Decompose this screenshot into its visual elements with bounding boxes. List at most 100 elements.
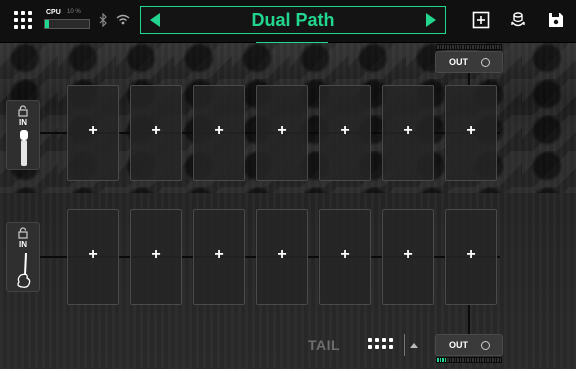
meter-segment	[437, 358, 439, 362]
meter-segment	[464, 45, 466, 49]
meter-segment	[457, 358, 459, 362]
meter-segment	[442, 45, 444, 49]
meter-segment	[469, 358, 471, 362]
meter-segment	[497, 358, 499, 362]
meter-segment	[479, 45, 481, 49]
meter-segment	[477, 358, 479, 362]
meter-segment	[444, 358, 446, 362]
meter-segment	[459, 358, 461, 362]
effect-slot[interactable]: +	[130, 209, 182, 305]
wifi-icon	[116, 14, 130, 25]
path-2-input[interactable]: IN	[6, 222, 40, 292]
effect-slot[interactable]: +	[445, 85, 497, 181]
effect-slot[interactable]: +	[193, 85, 245, 181]
output-2-block[interactable]: OUT	[435, 334, 503, 356]
meter-segment	[462, 358, 464, 362]
add-effect-icon: +	[88, 122, 98, 139]
meter-segment	[484, 358, 486, 362]
preset-selector[interactable]: Dual Path	[140, 6, 446, 34]
meter-segment	[487, 358, 489, 362]
meter-segment	[449, 45, 451, 49]
meter-segment	[479, 358, 481, 362]
meter-segment	[467, 45, 469, 49]
chevron-up-icon[interactable]	[410, 343, 418, 348]
meter-segment	[499, 45, 501, 49]
effect-slot[interactable]: +	[193, 209, 245, 305]
cpu-percent: 10 %	[67, 9, 81, 15]
meter-segment	[454, 358, 456, 362]
next-preset-icon[interactable]	[426, 13, 436, 27]
effect-slot[interactable]: +	[319, 209, 371, 305]
meter-segment	[467, 358, 469, 362]
top-bar: CPU 10 % Dual Path	[0, 0, 576, 43]
tail-grid-icon[interactable]	[368, 338, 394, 354]
meter-segment	[442, 358, 444, 362]
tuner-icon[interactable]	[508, 10, 528, 30]
meter-segment	[484, 45, 486, 49]
output-1-block[interactable]: OUT	[435, 51, 503, 73]
save-icon[interactable]	[546, 10, 566, 30]
guitar-icon	[17, 252, 31, 288]
meter-segment	[452, 358, 454, 362]
meter-segment	[489, 45, 491, 49]
input-label: IN	[19, 240, 27, 249]
effect-slot[interactable]: +	[130, 85, 182, 181]
meter-segment	[454, 45, 456, 49]
meter-segment	[482, 358, 484, 362]
add-effect-icon: +	[151, 246, 161, 263]
add-effect-icon: +	[151, 122, 161, 139]
meter-segment	[449, 358, 451, 362]
tail-label[interactable]: TAIL	[308, 337, 340, 353]
add-effect-icon: +	[340, 122, 350, 139]
lock-icon	[18, 227, 28, 239]
meter-segment	[457, 45, 459, 49]
meter-segment	[474, 358, 476, 362]
add-effect-icon: +	[466, 122, 476, 139]
meter-segment	[447, 358, 449, 362]
path-1-input[interactable]: IN	[6, 100, 40, 170]
preset-name[interactable]: Dual Path	[141, 10, 445, 31]
meter-segment	[477, 45, 479, 49]
meter-segment	[469, 45, 471, 49]
add-effect-icon: +	[403, 122, 413, 139]
effect-slot[interactable]: +	[382, 209, 434, 305]
meter-segment	[487, 45, 489, 49]
effect-slot[interactable]: +	[319, 85, 371, 181]
tail-divider	[404, 334, 405, 356]
meter-segment	[499, 358, 501, 362]
output-label: OUT	[449, 340, 468, 350]
out-2-wire	[468, 304, 470, 334]
add-effect-icon: +	[403, 246, 413, 263]
cpu-bar-fill	[45, 20, 50, 28]
bluetooth-icon	[99, 13, 107, 27]
lock-icon	[18, 105, 28, 117]
output-2-meter	[436, 357, 502, 363]
add-effect-icon: +	[466, 246, 476, 263]
add-box-icon[interactable]	[471, 10, 491, 30]
meter-segment	[452, 45, 454, 49]
input-label: IN	[19, 118, 27, 127]
output-label: OUT	[449, 57, 468, 67]
meter-segment	[447, 45, 449, 49]
effect-slot[interactable]: +	[382, 85, 434, 181]
meter-segment	[489, 358, 491, 362]
cpu-bar	[44, 19, 90, 29]
cpu-meter: CPU 10 %	[44, 9, 90, 33]
meter-segment	[494, 45, 496, 49]
effect-slot[interactable]: +	[256, 85, 308, 181]
meter-segment	[497, 45, 499, 49]
add-effect-icon: +	[277, 246, 287, 263]
output-2-indicator-icon	[481, 341, 490, 350]
effect-slot[interactable]: +	[445, 209, 497, 305]
effect-slot[interactable]: +	[256, 209, 308, 305]
add-effect-icon: +	[214, 122, 224, 139]
meter-segment	[439, 358, 441, 362]
meter-segment	[472, 358, 474, 362]
effect-slot[interactable]: +	[67, 209, 119, 305]
output-1-indicator-icon	[481, 58, 490, 67]
meter-segment	[437, 45, 439, 49]
menu-grid-icon[interactable]	[14, 11, 32, 29]
effect-slot[interactable]: +	[67, 85, 119, 181]
meter-segment	[482, 45, 484, 49]
microphone-icon	[20, 130, 28, 166]
